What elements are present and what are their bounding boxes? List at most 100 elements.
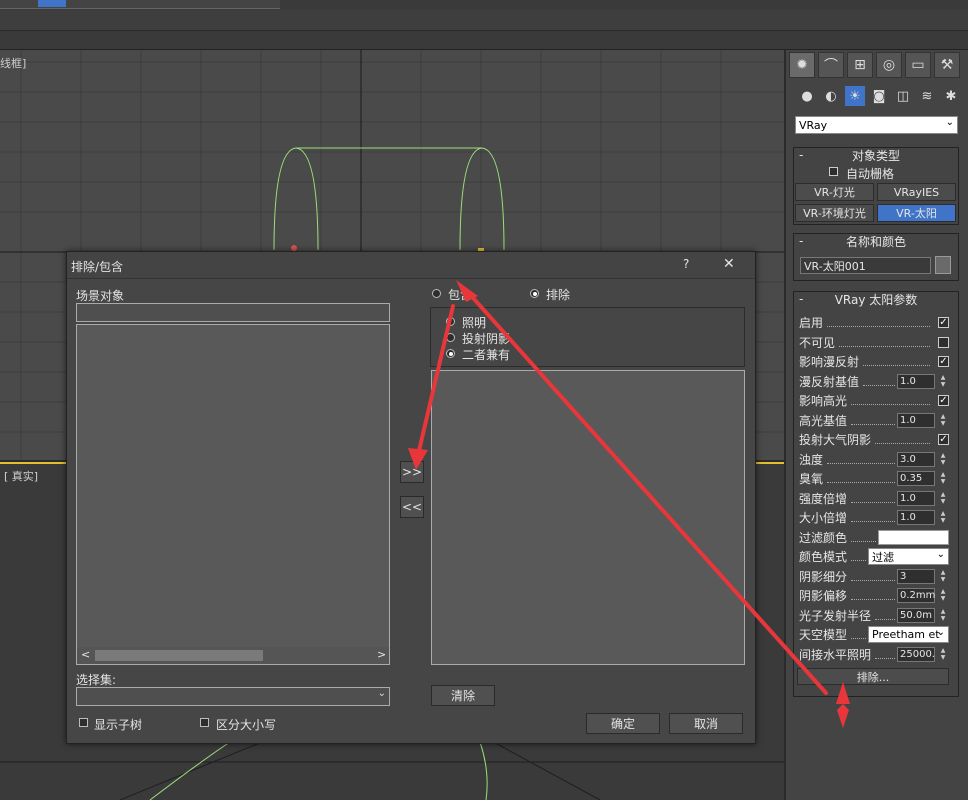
selection-set-dropdown[interactable]: ⌄ — [76, 687, 390, 706]
spinner-arrows-icon[interactable]: ▲ ▼ — [939, 608, 947, 623]
spinner-arrows-icon[interactable]: ▲ ▼ — [939, 588, 947, 603]
dropdown-value: 过滤 — [872, 550, 894, 564]
helpers-icon[interactable]: ◫ — [893, 86, 913, 106]
sun-param-spinner[interactable]: 0.35 — [897, 471, 935, 486]
leader-dots — [851, 404, 930, 405]
clear-button[interactable]: 清除 — [431, 685, 495, 706]
spinner-arrows-icon[interactable]: ▲ ▼ — [939, 569, 947, 584]
sun-param-spinner[interactable]: 1.0 — [897, 490, 935, 506]
help-icon[interactable]: ? — [683, 257, 689, 271]
dropdown-value: Preetham et — [872, 628, 940, 641]
hierarchy-tab-icon[interactable]: ⊞ — [847, 52, 873, 78]
vr-sun-button[interactable]: VR-太阳 — [877, 204, 956, 222]
shapes-icon[interactable]: ◐ — [821, 86, 841, 106]
sun-param-label: 不可见 — [799, 335, 836, 350]
exclude-button[interactable]: 排除... — [797, 668, 949, 685]
filter-color-swatch[interactable] — [878, 529, 949, 545]
spinner-arrows-icon[interactable]: ▲ ▼ — [939, 471, 947, 486]
scene-search-input[interactable] — [76, 303, 390, 322]
vr-light-button[interactable]: VR-灯光 — [795, 183, 874, 201]
scroll-left-icon[interactable]: < — [81, 648, 90, 661]
sun-param-spinner[interactable]: 3.0 — [897, 451, 935, 467]
sun-param-spinner[interactable]: 3 — [897, 568, 935, 584]
systems-icon[interactable]: ✱ — [941, 86, 961, 106]
menu-highlight[interactable] — [38, 0, 66, 7]
remove-from-list-button[interactable]: << — [400, 496, 424, 518]
top-viewport-label[interactable]: 线框] — [0, 55, 26, 71]
sun-param-spinner[interactable]: 50.0m — [897, 607, 935, 623]
lights-icon[interactable]: ☀ — [845, 86, 865, 106]
modify-tab-icon[interactable]: ⌒ — [818, 52, 844, 78]
cameras-icon[interactable]: ◙ — [869, 86, 889, 106]
spinner-arrows-icon[interactable]: ▲ ▼ — [939, 510, 947, 525]
exclude-label: 排除 — [546, 288, 571, 302]
leader-dots — [851, 579, 895, 581]
case-sensitive-checkbox[interactable] — [200, 718, 209, 727]
leader-dots — [863, 365, 930, 366]
chevron-down-icon: ⌄ — [936, 627, 945, 638]
cancel-button[interactable]: 取消 — [669, 713, 743, 734]
sun-param-spinner[interactable]: 1.0 — [897, 373, 935, 389]
sun-param-checkbox[interactable]: ✓ — [938, 434, 949, 445]
sun-param-checkbox[interactable] — [938, 336, 949, 348]
show-subtree-label: 显示子树 — [94, 718, 143, 732]
illumination-radio[interactable] — [446, 317, 455, 326]
dialog-titlebar[interactable]: 排除/包含 ? ✕ — [67, 252, 755, 279]
add-to-list-button[interactable]: >> — [400, 461, 424, 483]
spinner-arrows-icon[interactable]: ▲ ▼ — [939, 374, 947, 389]
spacewarps-icon[interactable]: ≋ — [917, 86, 937, 106]
object-color-swatch[interactable] — [935, 256, 951, 274]
sun-param-spinner[interactable]: 0.2mm — [897, 588, 935, 603]
shadow-casting-radio[interactable] — [446, 333, 455, 342]
sun-param-checkbox[interactable]: ✓ — [938, 395, 949, 406]
spinner-arrows-icon[interactable]: ▲ ▼ — [939, 647, 947, 662]
perspective-viewport-label[interactable]: [ 真实] — [4, 468, 38, 484]
object-type-header[interactable]: - 对象类型 — [794, 148, 958, 163]
sun-param-checkbox[interactable]: ✓ — [938, 317, 949, 328]
secondary-toolbar — [0, 10, 968, 31]
create-tab-icon[interactable]: ✹ — [789, 52, 815, 78]
autogrid-checkbox[interactable] — [829, 167, 838, 176]
display-tab-icon[interactable]: ▭ — [905, 52, 931, 78]
sun-param-dropdown[interactable]: 过滤 ⌄ — [868, 548, 949, 565]
name-color-title: 名称和颜色 — [845, 234, 906, 249]
sun-param-label: 大小倍增 — [799, 511, 848, 525]
name-color-header[interactable]: - 名称和颜色 — [794, 234, 958, 249]
shadow-casting-label: 投射阴影 — [462, 332, 511, 346]
sun-param-spinner[interactable]: 1.0 — [897, 412, 935, 428]
leader-dots — [875, 618, 895, 620]
sun-param-dropdown[interactable]: Preetham et ⌄ — [868, 626, 949, 643]
sun-param-label: 间接水平照明 — [799, 647, 872, 662]
leader-dots — [851, 540, 876, 542]
vrayies-button[interactable]: VRayIES — [877, 183, 956, 201]
spinner-arrows-icon[interactable]: ▲ ▼ — [939, 413, 947, 428]
scrollbar-thumb[interactable] — [95, 650, 263, 661]
scroll-right-icon[interactable]: > — [377, 648, 386, 661]
sun-param-checkbox[interactable]: ✓ — [938, 356, 949, 367]
scene-objects-list[interactable] — [76, 324, 390, 665]
sun-params-header[interactable]: - VRay 太阳参数 — [794, 292, 958, 307]
ok-button[interactable]: 确定 — [586, 713, 660, 734]
excluded-objects-list[interactable] — [431, 370, 745, 665]
vr-ambient-light-button[interactable]: VR-环境灯光 — [795, 204, 874, 222]
collapse-icon: - — [799, 292, 804, 306]
sun-param-label: 投射大气阴影 — [799, 433, 872, 447]
motion-tab-icon[interactable]: ◎ — [876, 52, 902, 78]
show-subtree-checkbox[interactable] — [79, 718, 88, 727]
spinner-arrows-icon[interactable]: ▲ ▼ — [939, 452, 947, 467]
sun-param-spinner[interactable]: 1.0 — [897, 510, 935, 525]
spinner-arrows-icon[interactable]: ▲ ▼ — [939, 491, 947, 506]
object-name-input[interactable]: VR-太阳001 — [800, 257, 931, 274]
both-radio[interactable] — [446, 349, 455, 358]
chevron-down-icon: ⌄ — [945, 117, 954, 128]
exclude-radio[interactable] — [530, 289, 539, 298]
include-radio[interactable] — [432, 289, 441, 298]
utilities-tab-icon[interactable]: ⚒ — [934, 52, 960, 78]
horizontal-scrollbar[interactable]: < > — [77, 647, 389, 664]
both-label: 二者兼有 — [462, 348, 511, 362]
collapse-icon: - — [799, 234, 804, 248]
sun-param-spinner[interactable]: 25000. — [897, 646, 935, 662]
geometry-icon[interactable]: ● — [797, 86, 817, 106]
renderer-dropdown[interactable]: VRay ⌄ — [795, 116, 958, 134]
close-icon[interactable]: ✕ — [723, 256, 735, 272]
